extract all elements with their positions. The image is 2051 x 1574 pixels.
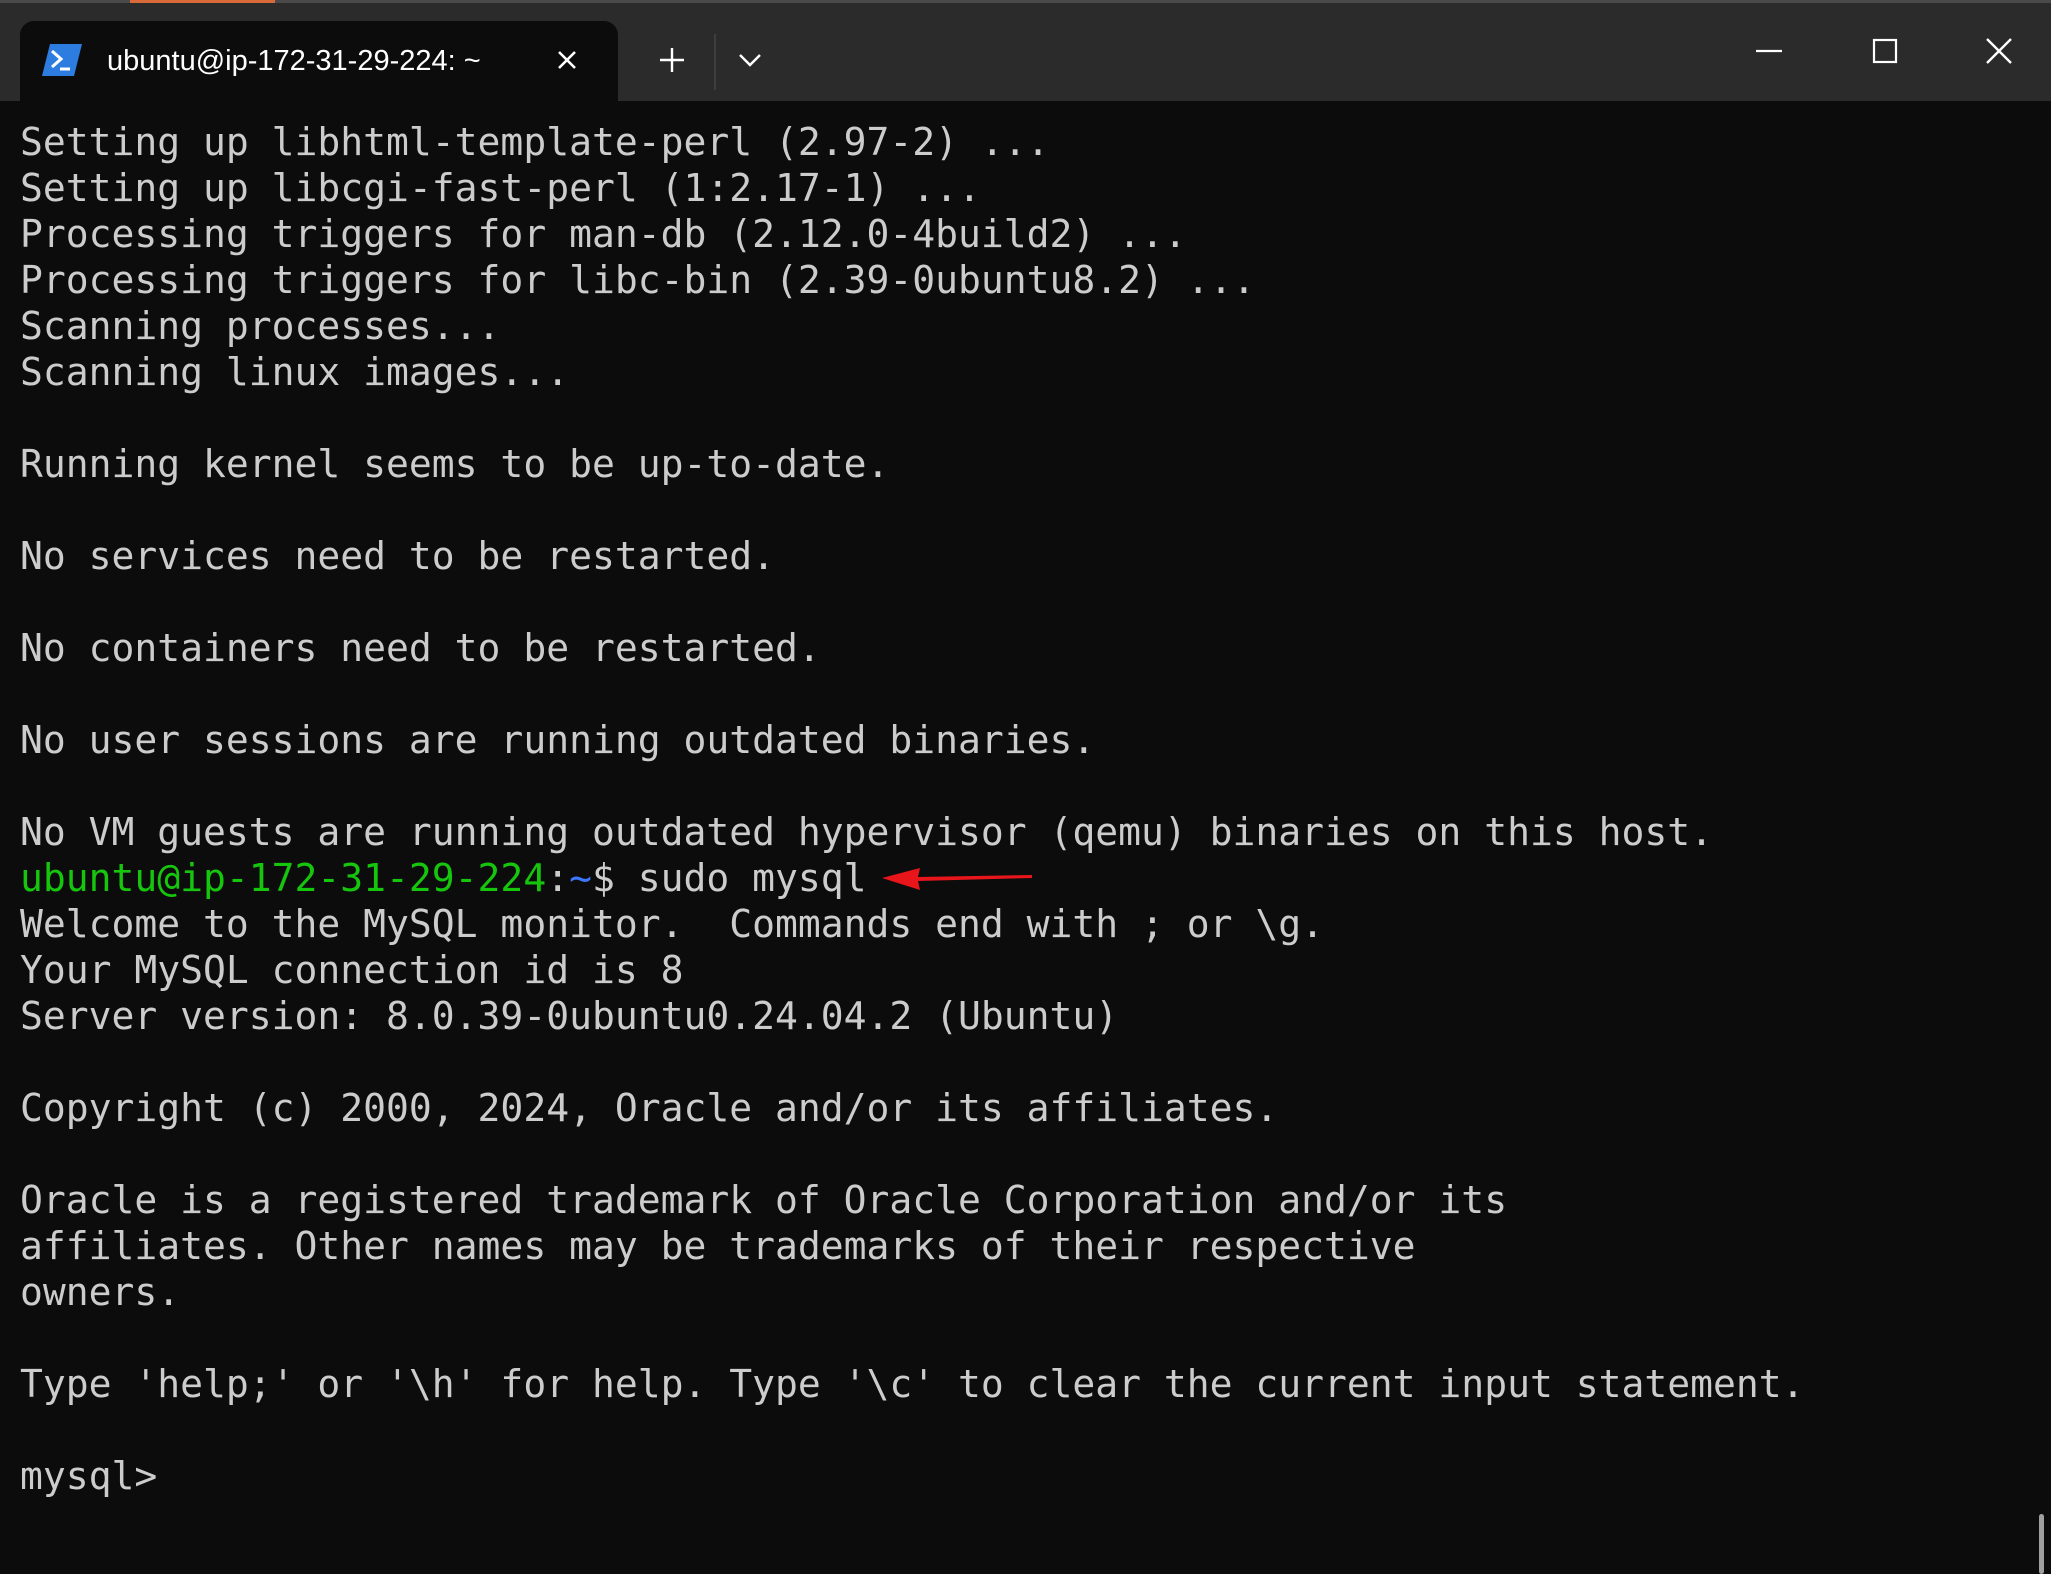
annotation-arrow-icon [882,868,1032,890]
tab-title: ubuntu@ip-172-31-29-224: ~ [107,45,481,77]
terminal-line: Scanning processes... [20,304,501,348]
chevron-down-icon[interactable] [737,50,763,70]
scrollbar-thumb[interactable] [2039,1514,2044,1574]
terminal-line: Processing triggers for man-db (2.12.0-4… [20,212,1187,256]
minimize-button[interactable] [1754,36,1784,66]
prompt-command: sudo mysql [637,856,867,900]
terminal-line: Setting up libcgi-fast-perl (1:2.17-1) .… [20,166,981,210]
terminal-line: No user sessions are running outdated bi… [20,718,1096,762]
mysql-prompt[interactable]: mysql> [20,1453,1804,1499]
powershell-terminal-icon [42,44,82,76]
tab-divider [714,34,716,90]
terminal-line: No containers need to be restarted. [20,626,821,670]
terminal-line: Oracle is a registered trademark of Orac… [20,1178,1508,1222]
terminal-line: Type 'help;' or '\h' for help. Type '\c'… [20,1362,1805,1406]
terminal-line: No services need to be restarted. [20,534,775,578]
prompt-user-host: ubuntu@ip-172-31-29-224 [20,856,547,900]
prompt-colon: : [546,856,570,900]
terminal-line: Setting up libhtml-template-perl (2.97-2… [20,120,1050,164]
terminal-line: No VM guests are running outdated hyperv… [20,810,1713,854]
terminal-line: Processing triggers for libc-bin (2.39-0… [20,258,1256,302]
maximize-button[interactable] [1871,37,1899,65]
terminal-line: affiliates. Other names may be trademark… [20,1224,1416,1268]
terminal-line: owners. [20,1270,181,1314]
terminal-output-area[interactable]: Setting up libhtml-template-perl (2.97-2… [0,101,2051,1574]
terminal-line: Copyright (c) 2000, 2024, Oracle and/or … [20,1086,1279,1130]
terminal-line: Server version: 8.0.39-0ubuntu0.24.04.2 … [20,994,1119,1038]
terminal-line: Your MySQL connection id is 8 [20,948,684,992]
taskbar-accent [130,0,275,3]
terminal-line: Welcome to the MySQL monitor. Commands e… [20,902,1325,946]
terminal-text: Setting up libhtml-template-perl (2.97-2… [20,119,1804,1499]
title-bar: ubuntu@ip-172-31-29-224: ~ [0,0,2051,101]
close-window-button[interactable] [1983,35,2015,67]
new-tab-button[interactable] [657,45,687,75]
tab-terminal[interactable]: ubuntu@ip-172-31-29-224: ~ [20,21,618,101]
terminal-line: Scanning linux images... [20,350,570,394]
terminal-line: Running kernel seems to be up-to-date. [20,442,890,486]
window-top-border [0,0,2051,3]
close-icon[interactable] [552,45,582,75]
prompt-path: ~ [569,856,592,900]
prompt-dollar: $ [591,856,638,900]
